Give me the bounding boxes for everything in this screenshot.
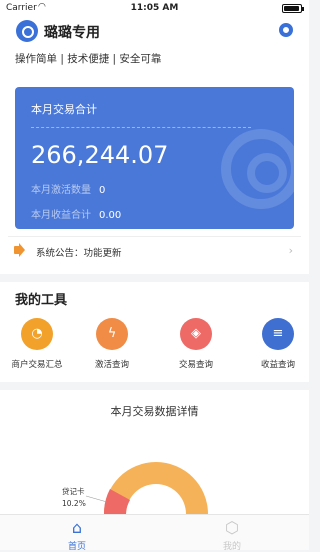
donut-chart-group — [85, 462, 208, 514]
tool-income-query[interactable]: ≡ 收益查询 — [241, 318, 315, 374]
tab-mine-label: 我的 — [222, 542, 241, 552]
activation-value: 0 — [99, 185, 106, 196]
activation-label: 本月激活数量 — [31, 185, 91, 196]
income-label: 本月收益合计 — [31, 210, 91, 221]
chevron-right-icon: › — [288, 244, 293, 257]
tool-transaction-query[interactable]: ◈ 交易查询 — [159, 318, 233, 374]
activation-row: 本月激活数量 0 — [31, 181, 105, 196]
slice-label-leader — [85, 495, 108, 503]
tab-home-label: 首页 — [67, 542, 86, 552]
card-divider — [31, 127, 251, 128]
monthly-amount: 266,244.07 — [31, 141, 169, 169]
income-value: 0.00 — [99, 210, 122, 221]
my-tools-section: 我的工具 ◔ 商户交易汇总 ϟ 激活查询 ◈ 交易查询 ≡ 收益查询 — [0, 282, 309, 382]
transaction-detail-section: 本月交易数据详情 贷记卡 10.2% — [0, 390, 309, 514]
tab-home[interactable]: ⌂ 首页 — [27, 517, 127, 552]
card-watermark-inner — [247, 153, 287, 193]
tool-activation-query[interactable]: ϟ 激活查询 — [75, 318, 149, 374]
tool-merchant-summary[interactable]: ◔ 商户交易汇总 — [0, 318, 74, 374]
slice-label: 贷记卡 — [62, 487, 85, 496]
income-row: 本月收益合计 0.00 — [31, 206, 121, 221]
speaker-icon — [14, 243, 25, 257]
top-section: 璐璐专用 操作简单 | 技术便捷 | 安全可靠 本月交易合计 266,244.0… — [0, 16, 309, 274]
lightning-icon: ϟ — [96, 318, 128, 350]
slice-percent: 10.2% — [62, 499, 86, 508]
database-icon: ≡ — [262, 318, 294, 350]
settings-gear-icon[interactable] — [279, 23, 293, 37]
notice-text: 系统公告：功能更新 — [36, 248, 122, 259]
status-bar: Carrier ◠ 11:05 AM — [0, 0, 309, 16]
status-time: 11:05 AM — [130, 3, 179, 13]
system-notice-bar[interactable]: 系统公告：功能更新 › — [8, 236, 301, 264]
coin-icon: ◈ — [180, 318, 212, 350]
tool-label: 收益查询 — [260, 360, 295, 370]
tool-label: 激活查询 — [94, 360, 129, 370]
tab-mine[interactable]: ⬡ 我的 — [182, 517, 282, 552]
card-title: 本月交易合计 — [31, 103, 97, 116]
bottom-tab-bar: ⌂ 首页 ⬡ 我的 — [0, 514, 309, 552]
home-icon: ⌂ — [71, 518, 83, 537]
monthly-summary-card[interactable]: 本月交易合计 266,244.07 本月激活数量 0 本月收益合计 0.00 — [15, 87, 294, 229]
pie-icon: ◔ — [21, 318, 53, 350]
app-header: 璐璐专用 — [0, 16, 309, 46]
box-icon: ⬡ — [225, 518, 239, 537]
tools-heading: 我的工具 — [15, 293, 68, 308]
donut-chart — [85, 462, 208, 514]
tagline: 操作简单 | 技术便捷 | 安全可靠 — [15, 53, 162, 65]
tool-label: 商户交易汇总 — [11, 360, 63, 370]
battery-icon — [282, 4, 304, 13]
app-title: 璐璐专用 — [44, 25, 100, 41]
tool-label: 交易查询 — [178, 360, 213, 370]
app-logo-icon — [16, 20, 38, 42]
